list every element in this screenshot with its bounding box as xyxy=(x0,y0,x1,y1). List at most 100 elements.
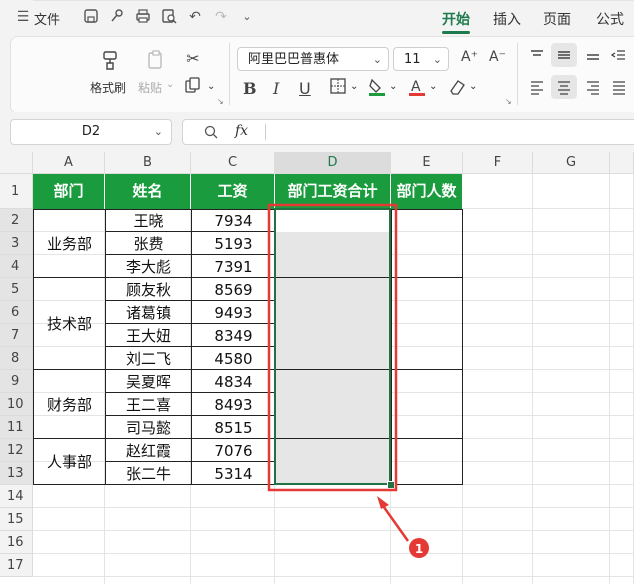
row-header-4[interactable]: 4 xyxy=(0,255,33,278)
row-header-8[interactable]: 8 xyxy=(0,347,33,370)
align-bottom-icon[interactable] xyxy=(585,47,601,67)
grow-font-icon[interactable]: A⁺ xyxy=(461,49,478,65)
column-header-D[interactable]: D xyxy=(275,152,391,174)
borders-icon[interactable] xyxy=(329,77,347,99)
name-cell[interactable]: 张费 xyxy=(105,231,192,255)
header-cell-4[interactable]: 部门工资合计 xyxy=(275,174,391,209)
dept-headcount-cell[interactable] xyxy=(391,277,463,370)
column-header-G[interactable]: G xyxy=(533,152,610,174)
paste-icon[interactable] xyxy=(145,49,165,75)
department-cell-2[interactable]: 技术部 xyxy=(33,277,106,370)
salary-cell[interactable]: 5193 xyxy=(191,231,276,255)
name-cell[interactable]: 王二喜 xyxy=(105,392,192,416)
column-header-F[interactable]: F xyxy=(463,152,533,174)
decrease-indent-icon[interactable] xyxy=(610,47,627,67)
dept-headcount-cell[interactable] xyxy=(391,209,463,278)
salary-cell[interactable]: 9493 xyxy=(191,300,276,324)
font-dialog-launcher-icon[interactable]: ↘ xyxy=(505,97,512,106)
row-header-6[interactable]: 6 xyxy=(0,301,33,324)
salary-cell[interactable]: 7391 xyxy=(191,254,276,278)
borders-chevron-icon[interactable]: ⌄ xyxy=(350,81,358,92)
align-center-button[interactable] xyxy=(551,75,577,99)
font-color-icon[interactable]: A xyxy=(407,77,427,101)
shrink-font-icon[interactable]: A⁻ xyxy=(489,49,506,65)
font-name-select[interactable]: 阿里巴巴普惠体 ⌄ xyxy=(237,47,389,71)
print-icon[interactable] xyxy=(134,8,152,26)
hamburger-menu-icon[interactable]: ☰ xyxy=(14,8,32,26)
tab-formula[interactable]: 公式 xyxy=(596,9,624,29)
fill-color-icon[interactable] xyxy=(367,77,387,101)
fx-icon[interactable]: fx xyxy=(235,123,248,139)
format-painter-label[interactable]: 格式刷 xyxy=(90,79,126,96)
name-cell[interactable]: 王晓 xyxy=(105,209,192,232)
clear-format-icon[interactable] xyxy=(447,77,467,101)
salary-cell[interactable]: 8515 xyxy=(191,415,276,439)
column-header-B[interactable]: B xyxy=(105,152,191,174)
header-cell-3[interactable]: 工资 xyxy=(191,174,275,209)
clipboard-dialog-launcher-icon[interactable]: ↘ xyxy=(217,97,224,106)
row-header-11[interactable]: 11 xyxy=(0,416,33,439)
dept-headcount-cell[interactable] xyxy=(391,438,463,485)
salary-cell[interactable]: 8493 xyxy=(191,392,276,416)
salary-cell[interactable]: 7076 xyxy=(191,438,276,462)
font-size-select[interactable]: 11 ⌄ xyxy=(393,47,449,71)
row-header-2[interactable]: 2 xyxy=(0,209,33,232)
formula-input[interactable]: fx xyxy=(182,119,634,145)
row-header-7[interactable]: 7 xyxy=(0,324,33,347)
salary-cell[interactable]: 5314 xyxy=(191,461,276,485)
align-top-icon[interactable] xyxy=(529,47,545,67)
name-cell[interactable]: 赵红霞 xyxy=(105,438,192,462)
name-cell[interactable]: 顾友秋 xyxy=(105,277,192,301)
file-menu[interactable]: 文件 xyxy=(34,9,60,28)
fill-handle[interactable] xyxy=(387,481,395,489)
copy-chevron-icon[interactable]: ⌄ xyxy=(207,81,215,92)
zoom-search-icon[interactable] xyxy=(203,124,219,144)
salary-cell[interactable]: 4580 xyxy=(191,346,276,370)
align-left-icon[interactable] xyxy=(529,79,545,99)
salary-cell[interactable]: 7934 xyxy=(191,209,276,232)
name-cell[interactable]: 张二牛 xyxy=(105,461,192,485)
name-box[interactable]: D2 ⌄ xyxy=(10,119,172,145)
fill-color-chevron-icon[interactable]: ⌄ xyxy=(389,81,397,92)
name-cell[interactable]: 李大彪 xyxy=(105,254,192,278)
paste-chevron-icon[interactable]: ⌄ xyxy=(166,79,174,90)
tab-insert[interactable]: 插入 xyxy=(493,9,521,29)
row-header-5[interactable]: 5 xyxy=(0,278,33,301)
select-all-corner[interactable] xyxy=(0,152,33,174)
underline-icon[interactable]: U xyxy=(299,79,311,98)
name-cell[interactable]: 王大妞 xyxy=(105,323,192,347)
row-header-17[interactable]: 17 xyxy=(0,554,33,577)
chevron-down-icon[interactable]: ⌄ xyxy=(238,8,256,26)
row-header-3[interactable]: 3 xyxy=(0,232,33,255)
row-header-15[interactable]: 15 xyxy=(0,508,33,531)
undo-icon[interactable]: ↶ xyxy=(186,8,204,26)
department-cell-1[interactable]: 业务部 xyxy=(33,209,106,278)
name-cell[interactable]: 司马懿 xyxy=(105,415,192,439)
salary-cell[interactable]: 4834 xyxy=(191,369,276,393)
cut-icon[interactable]: ✂ xyxy=(183,49,203,68)
justify-icon[interactable] xyxy=(611,79,627,99)
copy-icon[interactable] xyxy=(183,77,203,99)
column-header-A[interactable]: A xyxy=(33,152,105,174)
row-header-14[interactable]: 14 xyxy=(0,485,33,508)
print-preview-icon[interactable] xyxy=(160,8,178,26)
salary-cell[interactable]: 8349 xyxy=(191,323,276,347)
save-icon[interactable] xyxy=(82,8,100,26)
italic-icon[interactable]: I xyxy=(273,79,279,98)
paste-label[interactable]: 粘贴 xyxy=(138,79,162,96)
header-cell-5[interactable]: 部门人数 xyxy=(391,174,463,209)
row-header-1[interactable]: 1 xyxy=(0,174,33,209)
header-cell-2[interactable]: 姓名 xyxy=(105,174,191,209)
redo-icon[interactable]: ↷ xyxy=(212,8,230,26)
department-cell-4[interactable]: 人事部 xyxy=(33,438,106,485)
salary-cell[interactable]: 8569 xyxy=(191,277,276,301)
row-header-12[interactable]: 12 xyxy=(0,439,33,462)
row-header-10[interactable]: 10 xyxy=(0,393,33,416)
column-header-C[interactable]: C xyxy=(191,152,275,174)
tab-page[interactable]: 页面 xyxy=(543,9,571,29)
name-cell[interactable]: 吴夏晖 xyxy=(105,369,192,393)
share-icon[interactable] xyxy=(108,8,126,26)
dept-headcount-cell[interactable] xyxy=(391,369,463,439)
column-header-E[interactable]: E xyxy=(391,152,463,174)
format-painter-icon[interactable] xyxy=(99,49,119,75)
